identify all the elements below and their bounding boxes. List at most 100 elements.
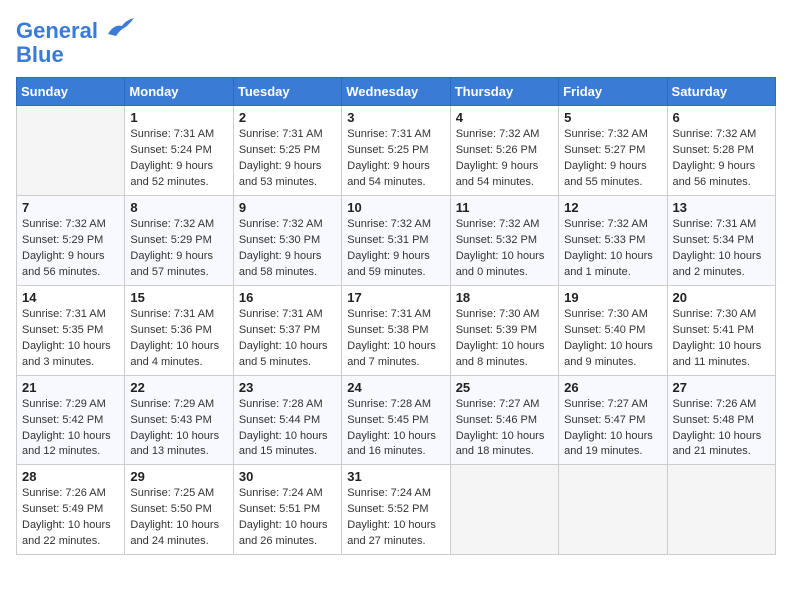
calendar-cell: 10 Sunrise: 7:32 AMSunset: 5:31 PMDayligh… [342, 196, 450, 286]
calendar-cell: 26Sunrise: 7:27 AMSunset: 5:47 PMDayligh… [559, 375, 667, 465]
calendar-cell: 17 Sunrise: 7:31 AMSunset: 5:38 PMDayligh… [342, 285, 450, 375]
day-number: 17 [347, 290, 444, 305]
calendar-cell: 22 Sunrise: 7:29 AMSunset: 5:43 PMDayligh… [125, 375, 233, 465]
day-number: 9 [239, 200, 336, 215]
calendar-cell: 23Sunrise: 7:28 AMSunset: 5:44 PMDayligh… [233, 375, 341, 465]
day-info: Sunrise: 7:25 AMSunset: 5:50 PMDaylight:… [130, 486, 227, 550]
day-info: Sunrise: 7:32 AMSunset: 5:29 PMDaylight:… [22, 217, 119, 281]
calendar-cell: 30 Sunrise: 7:24 AMSunset: 5:51 PMDayligh… [233, 465, 341, 555]
day-info: Sunrise: 7:31 AMSunset: 5:38 PMDaylight:… [347, 307, 444, 371]
day-number: 13 [673, 200, 770, 215]
calendar-cell: 20 Sunrise: 7:30 AMSunset: 5:41 PMDayligh… [667, 285, 775, 375]
day-number: 22 [130, 380, 227, 395]
calendar-cell: 7Sunrise: 7:32 AMSunset: 5:29 PMDaylight… [17, 196, 125, 286]
day-info: Sunrise: 7:31 AMSunset: 5:35 PMDaylight:… [22, 307, 119, 371]
day-info: Sunrise: 7:29 AMSunset: 5:42 PMDaylight:… [22, 397, 119, 461]
day-info: Sunrise: 7:31 AMSunset: 5:25 PMDaylight:… [347, 127, 444, 191]
calendar-cell: 8 Sunrise: 7:32 AMSunset: 5:29 PMDaylight… [125, 196, 233, 286]
day-info: Sunrise: 7:28 AMSunset: 5:44 PMDaylight:… [239, 397, 336, 461]
day-number: 4 [456, 110, 553, 125]
calendar-cell: 29 Sunrise: 7:25 AMSunset: 5:50 PMDayligh… [125, 465, 233, 555]
day-number: 3 [347, 110, 444, 125]
logo: General Blue [16, 16, 134, 67]
logo-blue-text: Blue [16, 43, 134, 67]
day-info: Sunrise: 7:31 AMSunset: 5:34 PMDaylight:… [673, 217, 770, 281]
header-thursday: Thursday [450, 78, 558, 106]
calendar-header-row: SundayMondayTuesdayWednesdayThursdayFrid… [17, 78, 776, 106]
page-container: General Blue SundayMondayTuesdayWednesda… [16, 16, 776, 555]
day-number: 28 [22, 469, 119, 484]
calendar-cell: 4 Sunrise: 7:32 AMSunset: 5:26 PMDaylight… [450, 106, 558, 196]
header-saturday: Saturday [667, 78, 775, 106]
day-info: Sunrise: 7:24 AMSunset: 5:51 PMDaylight:… [239, 486, 336, 550]
calendar-cell: 28 Sunrise: 7:26 AMSunset: 5:49 PMDayligh… [17, 465, 125, 555]
calendar-cell: 3 Sunrise: 7:31 AMSunset: 5:25 PMDaylight… [342, 106, 450, 196]
day-info: Sunrise: 7:30 AMSunset: 5:39 PMDaylight:… [456, 307, 553, 371]
day-info: Sunrise: 7:27 AMSunset: 5:46 PMDaylight:… [456, 397, 553, 461]
day-info: Sunrise: 7:30 AMSunset: 5:41 PMDaylight:… [673, 307, 770, 371]
calendar-cell: 14 Sunrise: 7:31 AMSunset: 5:35 PMDayligh… [17, 285, 125, 375]
calendar-cell: 2Sunrise: 7:31 AMSunset: 5:25 PMDaylight… [233, 106, 341, 196]
calendar-cell [450, 465, 558, 555]
calendar-cell: 11 Sunrise: 7:32 AMSunset: 5:32 PMDayligh… [450, 196, 558, 286]
day-number: 24 [347, 380, 444, 395]
calendar-cell: 24Sunrise: 7:28 AMSunset: 5:45 PMDayligh… [342, 375, 450, 465]
day-number: 5 [564, 110, 661, 125]
day-number: 8 [130, 200, 227, 215]
calendar-cell: 18 Sunrise: 7:30 AMSunset: 5:39 PMDayligh… [450, 285, 558, 375]
day-number: 21 [22, 380, 119, 395]
day-number: 25 [456, 380, 553, 395]
calendar-cell: 15 Sunrise: 7:31 AMSunset: 5:36 PMDayligh… [125, 285, 233, 375]
day-number: 31 [347, 469, 444, 484]
calendar-cell [17, 106, 125, 196]
calendar-cell: 9 Sunrise: 7:32 AMSunset: 5:30 PMDaylight… [233, 196, 341, 286]
day-number: 29 [130, 469, 227, 484]
day-number: 12 [564, 200, 661, 215]
calendar-week-3: 14 Sunrise: 7:31 AMSunset: 5:35 PMDayligh… [17, 285, 776, 375]
day-number: 30 [239, 469, 336, 484]
calendar-week-2: 7Sunrise: 7:32 AMSunset: 5:29 PMDaylight… [17, 196, 776, 286]
day-number: 26 [564, 380, 661, 395]
calendar-cell: 27Sunrise: 7:26 AMSunset: 5:48 PMDayligh… [667, 375, 775, 465]
header-tuesday: Tuesday [233, 78, 341, 106]
day-info: Sunrise: 7:31 AMSunset: 5:25 PMDaylight:… [239, 127, 336, 191]
calendar-cell: 16Sunrise: 7:31 AMSunset: 5:37 PMDayligh… [233, 285, 341, 375]
day-number: 15 [130, 290, 227, 305]
day-info: Sunrise: 7:32 AMSunset: 5:33 PMDaylight:… [564, 217, 661, 281]
calendar-cell: 13 Sunrise: 7:31 AMSunset: 5:34 PMDayligh… [667, 196, 775, 286]
day-info: Sunrise: 7:26 AMSunset: 5:49 PMDaylight:… [22, 486, 119, 550]
day-info: Sunrise: 7:24 AMSunset: 5:52 PMDaylight:… [347, 486, 444, 550]
calendar-cell [667, 465, 775, 555]
day-number: 20 [673, 290, 770, 305]
day-info: Sunrise: 7:31 AMSunset: 5:36 PMDaylight:… [130, 307, 227, 371]
day-info: Sunrise: 7:32 AMSunset: 5:26 PMDaylight:… [456, 127, 553, 191]
logo-bird-icon [106, 16, 134, 38]
calendar-cell: 25 Sunrise: 7:27 AMSunset: 5:46 PMDayligh… [450, 375, 558, 465]
calendar-cell: 31 Sunrise: 7:24 AMSunset: 5:52 PMDayligh… [342, 465, 450, 555]
day-info: Sunrise: 7:32 AMSunset: 5:32 PMDaylight:… [456, 217, 553, 281]
calendar-table: SundayMondayTuesdayWednesdayThursdayFrid… [16, 77, 776, 555]
day-number: 11 [456, 200, 553, 215]
day-number: 6 [673, 110, 770, 125]
day-info: Sunrise: 7:30 AMSunset: 5:40 PMDaylight:… [564, 307, 661, 371]
header-wednesday: Wednesday [342, 78, 450, 106]
day-info: Sunrise: 7:32 AMSunset: 5:30 PMDaylight:… [239, 217, 336, 281]
calendar-cell: 1Sunrise: 7:31 AMSunset: 5:24 PMDaylight… [125, 106, 233, 196]
calendar-cell [559, 465, 667, 555]
calendar-cell: 12 Sunrise: 7:32 AMSunset: 5:33 PMDayligh… [559, 196, 667, 286]
day-number: 18 [456, 290, 553, 305]
day-info: Sunrise: 7:31 AMSunset: 5:37 PMDaylight:… [239, 307, 336, 371]
day-info: Sunrise: 7:32 AMSunset: 5:29 PMDaylight:… [130, 217, 227, 281]
day-info: Sunrise: 7:31 AMSunset: 5:24 PMDaylight:… [130, 127, 227, 191]
day-number: 14 [22, 290, 119, 305]
day-info: Sunrise: 7:29 AMSunset: 5:43 PMDaylight:… [130, 397, 227, 461]
calendar-week-1: 1Sunrise: 7:31 AMSunset: 5:24 PMDaylight… [17, 106, 776, 196]
calendar-cell: 5Sunrise: 7:32 AMSunset: 5:27 PMDaylight… [559, 106, 667, 196]
day-number: 10 [347, 200, 444, 215]
logo-text: General [16, 16, 134, 43]
calendar-week-5: 28 Sunrise: 7:26 AMSunset: 5:49 PMDayligh… [17, 465, 776, 555]
day-number: 19 [564, 290, 661, 305]
day-info: Sunrise: 7:32 AMSunset: 5:31 PMDaylight:… [347, 217, 444, 281]
calendar-cell: 6Sunrise: 7:32 AMSunset: 5:28 PMDaylight… [667, 106, 775, 196]
calendar-cell: 21 Sunrise: 7:29 AMSunset: 5:42 PMDayligh… [17, 375, 125, 465]
